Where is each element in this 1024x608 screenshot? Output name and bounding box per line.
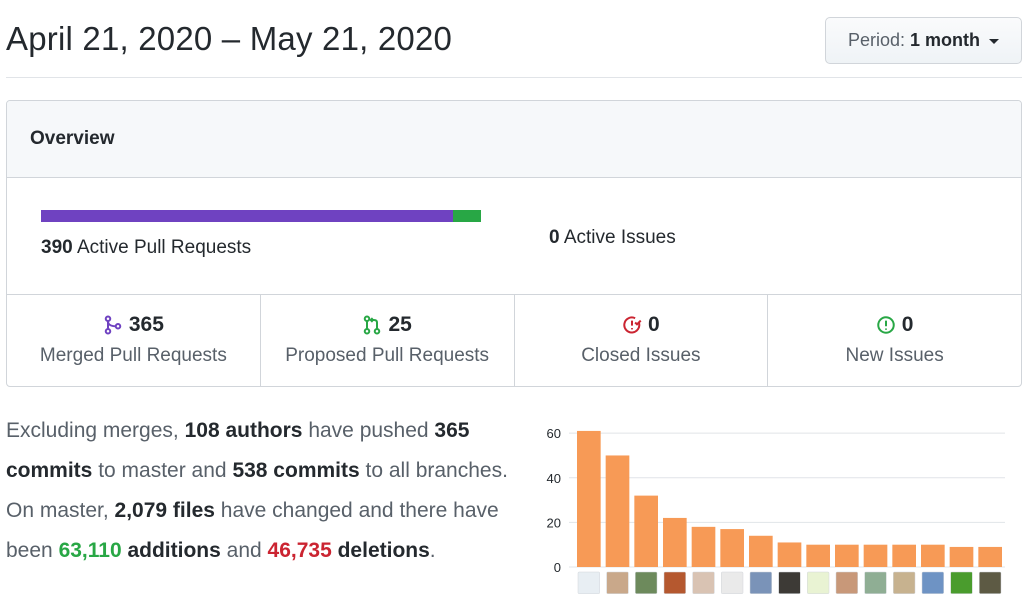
issue-closed-icon [623,316,642,333]
overview-stats-row: 365 Merged Pull Requests 25 Proposed Pul… [7,295,1021,386]
y-tick-label: 40 [547,471,561,486]
contributor-avatar[interactable] [721,571,744,594]
contributor-avatar[interactable] [606,571,629,594]
new-issues-label: New Issues [845,344,944,366]
contributor-avatar[interactable] [921,571,944,594]
contributor-avatar[interactable] [778,571,801,594]
contributor-avatar[interactable] [635,571,658,594]
open-bar-segment [452,210,481,222]
additions-count: 63,110 [58,539,122,562]
pull-request-progress-bar [41,210,481,222]
stat-closed-issues[interactable]: 0 Closed Issues [515,295,769,386]
summary-text-2: have pushed [302,419,435,442]
overview-title: Overview [30,128,115,149]
contributor-avatar[interactable] [835,571,858,594]
contributor-bar[interactable] [863,544,888,567]
y-tick-label: 0 [554,560,561,575]
contributor-bar[interactable] [634,495,658,567]
issue-opened-icon [877,315,895,334]
contributor-bar[interactable] [921,544,945,567]
active-issues-link[interactable]: 0 Active Issues [549,227,676,249]
contributor-avatar[interactable] [577,571,600,594]
overview-panel: Overview 390 Active Pull Requests 0 Acti… [6,100,1022,387]
summary-text-7: . [429,539,436,562]
summary-text-6: and [220,539,268,562]
y-tick-label: 20 [547,515,561,530]
contributor-bar[interactable] [577,430,601,567]
closed-issues-count: 0 [648,312,660,336]
overview-summary: 390 Active Pull Requests 0 Active Issues [7,178,1021,295]
contributor-bar[interactable] [777,542,802,567]
summary-text-3: to master and [92,459,233,482]
commit-summary-text: Excluding merges, 108 authors have pushe… [6,411,516,571]
merged-bar-segment [41,210,453,222]
period-dropdown-button[interactable]: Period: 1 month [825,17,1022,64]
closed-issues-label: Closed Issues [581,344,701,366]
active-issues-label: Active Issues [563,227,676,248]
stat-new-issues[interactable]: 0 New Issues [768,295,1021,386]
contributor-avatar[interactable] [663,571,686,594]
merged-pull-requests-label: Merged Pull Requests [39,344,227,366]
contributor-avatar[interactable] [692,571,715,594]
date-range-title: April 21, 2020 – May 21, 2020 [6,20,453,57]
files-changed-count: 2,079 files [114,499,215,522]
git-pull-request-icon [364,315,381,334]
contributors-chart-svg: 0 20 40 60 [547,426,1005,594]
deletions-label: deletions [331,539,430,562]
overview-header: Overview [7,101,1021,178]
contributor-bar[interactable] [749,535,773,567]
contributors-commit-chart: 0 20 40 60 [525,416,1015,608]
git-merge-icon [104,315,122,334]
active-issues-count: 0 [549,227,560,248]
contributor-bar[interactable] [949,546,974,567]
merged-pull-requests-count: 365 [128,312,164,336]
contributor-bar[interactable] [835,544,859,567]
period-label: Period: [847,30,906,50]
deletions-count: 46,735 [267,539,332,562]
contributor-bar[interactable] [720,529,744,567]
stat-proposed-pull-requests[interactable]: 25 Proposed Pull Requests [261,295,515,386]
active-pull-requests-count: 390 [41,237,73,258]
authors-count: 108 authors [184,419,303,442]
contributor-bar[interactable] [978,546,1002,567]
summary-text-1: Excluding merges, [6,419,185,442]
all-commits-count: 538 commits [232,459,360,482]
contributor-avatar[interactable] [893,571,916,594]
contributor-avatar[interactable] [749,571,772,594]
active-pull-requests-link[interactable]: 390 Active Pull Requests [41,237,251,259]
contributor-avatar[interactable] [950,571,973,594]
additions-label: additions [121,539,221,562]
proposed-pull-requests-count: 25 [388,312,412,336]
contributor-avatar[interactable] [864,571,887,594]
period-value: 1 month [910,30,981,50]
contributor-bar[interactable] [892,544,916,567]
proposed-pull-requests-label: Proposed Pull Requests [285,344,490,366]
contributor-bar[interactable] [691,526,716,567]
y-tick-label: 60 [547,426,561,441]
active-pull-requests-label: Active Pull Requests [76,237,252,258]
contributor-bar[interactable] [605,455,630,567]
contributor-bar[interactable] [663,517,687,567]
new-issues-count: 0 [901,312,914,336]
chevron-down-icon [989,39,1000,44]
contributor-avatar[interactable] [979,571,1002,594]
stat-merged-pull-requests[interactable]: 365 Merged Pull Requests [7,295,261,386]
contributor-bar[interactable] [806,544,830,567]
contributor-avatar[interactable] [807,571,830,594]
page-header: April 21, 2020 – May 21, 2020 Period: 1 … [6,0,1022,78]
